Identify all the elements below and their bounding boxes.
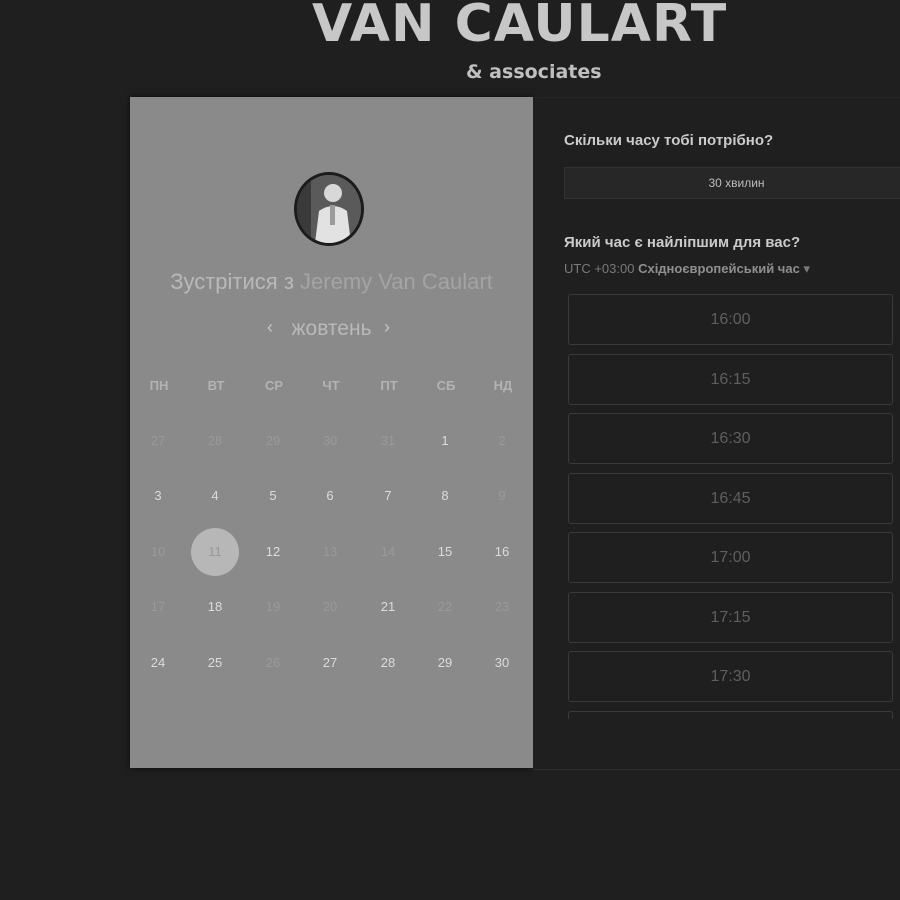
brand-subtitle: & associates [466, 61, 602, 83]
avatar [294, 172, 364, 246]
calendar-day: 17 [150, 599, 166, 614]
calendar-day: 29 [265, 433, 281, 448]
timezone-name: Східноєвропейський час [638, 261, 800, 276]
weekday-label: ПТ [380, 378, 398, 393]
calendar-day[interactable]: 30 [479, 640, 525, 686]
calendar-day[interactable]: 1 [422, 418, 468, 464]
month-label: жовтень [291, 317, 372, 340]
calendar-day[interactable]: 24 [135, 640, 181, 686]
calendar-day[interactable]: 25 [192, 640, 238, 686]
timezone-select[interactable]: UTC +03:00 Східноєвропейський час ▾ [564, 261, 810, 277]
chevron-left-icon[interactable]: ‹ [267, 317, 273, 338]
calendar-day: 28 [207, 433, 223, 448]
calendar-day: 23 [494, 599, 510, 614]
calendar-day: 31 [380, 433, 396, 448]
time-question: Який час є найліпшим для вас? [564, 234, 801, 251]
meeting-title: Зустрітися з Jeremy Van Caulart [130, 269, 533, 295]
weekday-label: ЧТ [322, 378, 340, 393]
time-slot-button[interactable]: 17:00 [568, 532, 893, 583]
calendar-day: 26 [265, 655, 281, 670]
calendar-day[interactable]: 8 [422, 473, 468, 519]
calendar-day: 9 [498, 488, 506, 503]
weekday-label: НД [493, 378, 513, 393]
calendar-day[interactable]: 29 [422, 640, 468, 686]
calendar-day[interactable]: 3 [135, 473, 181, 519]
calendar-day: 10 [150, 544, 166, 559]
calendar-day: 13 [322, 544, 338, 559]
duration-select[interactable]: 30 хвилин [564, 167, 900, 199]
time-slot-button[interactable] [568, 710, 893, 719]
brand-header: VAN CAULART & associates [0, 0, 900, 95]
weekday-label: ПН [149, 378, 169, 393]
time-slot-button[interactable]: 16:30 [568, 413, 893, 464]
time-slot-button[interactable]: 17:15 [568, 591, 893, 643]
calendar-day[interactable]: 15 [422, 529, 468, 575]
time-slot-button[interactable]: 16:15 [568, 353, 893, 405]
calendar-day[interactable]: 21 [365, 584, 411, 630]
meeting-prefix: Зустрітися з [170, 269, 294, 294]
month-navigation: жовтень ‹ › [130, 317, 533, 347]
calendar-day: 22 [437, 599, 453, 614]
calendar-day: 30 [322, 433, 338, 448]
host-photo-icon [297, 175, 361, 243]
duration-question: Скільки часу тобі потрібно? [564, 132, 774, 149]
calendar-day: 27 [150, 433, 166, 448]
calendar-day[interactable]: 27 [307, 640, 353, 686]
calendar-day[interactable]: 7 [365, 473, 411, 519]
weekday-label: СР [264, 378, 284, 393]
weekday-label: СБ [436, 378, 456, 393]
brand-name: VAN CAULART [312, 0, 728, 54]
time-slot-button[interactable]: 17:30 [568, 651, 893, 702]
time-slot-list[interactable]: 16:00 16:15 16:30 16:45 17:00 17:15 17:30 [568, 294, 893, 719]
calendar-day[interactable]: 4 [192, 473, 238, 519]
weekday-label: ВТ [207, 378, 225, 393]
timezone-offset: UTC +03:00 [564, 261, 635, 276]
host-name: Jeremy Van Caulart [300, 269, 493, 294]
calendar-day: 2 [498, 433, 506, 448]
booking-panel: Скільки часу тобі потрібно? 30 хвилин Як… [533, 97, 900, 770]
calendar-day[interactable]: 6 [307, 473, 353, 519]
calendar-day: 14 [380, 544, 396, 559]
calendar-day[interactable]: 12 [250, 529, 296, 575]
calendar-day[interactable]: 16 [479, 529, 525, 575]
time-slot-button[interactable]: 16:45 [568, 472, 893, 524]
calendar-day: 20 [322, 599, 338, 614]
time-slot-button[interactable]: 16:00 [568, 294, 893, 345]
calendar-day[interactable]: 5 [250, 473, 296, 519]
chevron-right-icon[interactable]: › [384, 317, 390, 338]
calendar-day[interactable]: 28 [365, 640, 411, 686]
calendar-day[interactable]: 18 [192, 584, 238, 630]
caret-down-icon: ▾ [803, 261, 810, 276]
calendar-day: 19 [265, 599, 281, 614]
calendar-panel: Зустрітися з Jeremy Van Caulart жовтень … [130, 97, 533, 768]
calendar-day-selected[interactable]: 11 [191, 528, 239, 576]
